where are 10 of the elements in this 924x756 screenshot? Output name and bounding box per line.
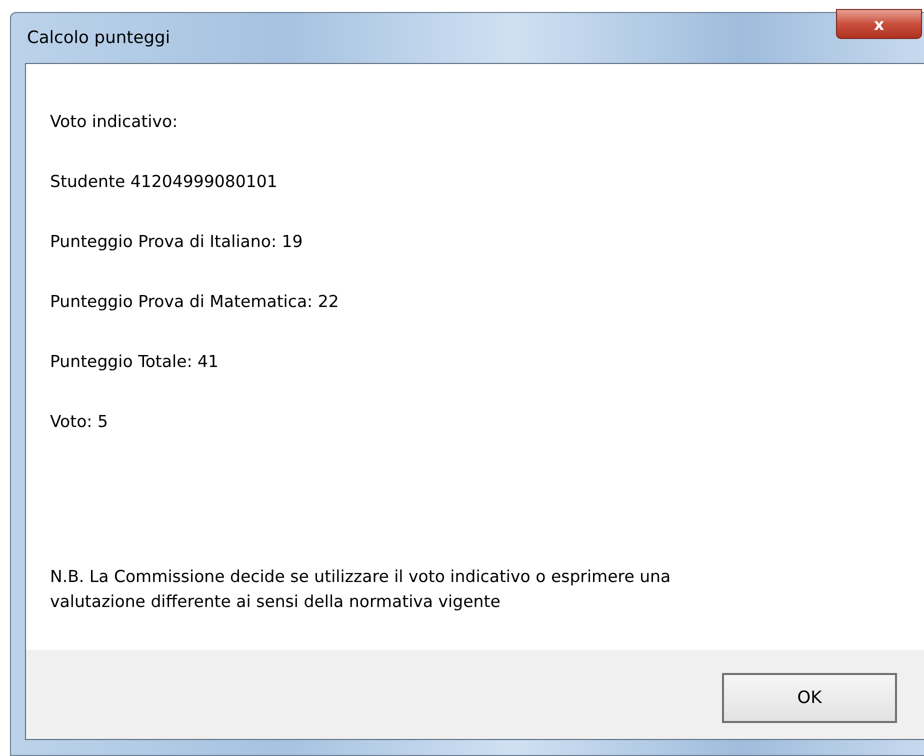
note-text: N.B. La Commissione decide se utilizzare il voto indicativo o esprimere una valutazione differente ai sensi della normativa vigente [50,566,672,613]
info-text: Punteggio Prova di Italiano: 19 [50,232,303,251]
info-text: Voto indicativo: [50,112,178,131]
window-title: Calcolo punteggi [27,28,170,48]
info-text: Studente 41204999080101 [50,172,278,191]
close-button[interactable]: x [836,9,922,39]
info-text: Punteggio Totale: 41 [50,352,219,371]
info-text: Voto: 5 [50,412,108,431]
info-text: Punteggio Prova di Matematica: 22 [50,292,339,311]
ok-button[interactable]: OK [722,672,897,722]
